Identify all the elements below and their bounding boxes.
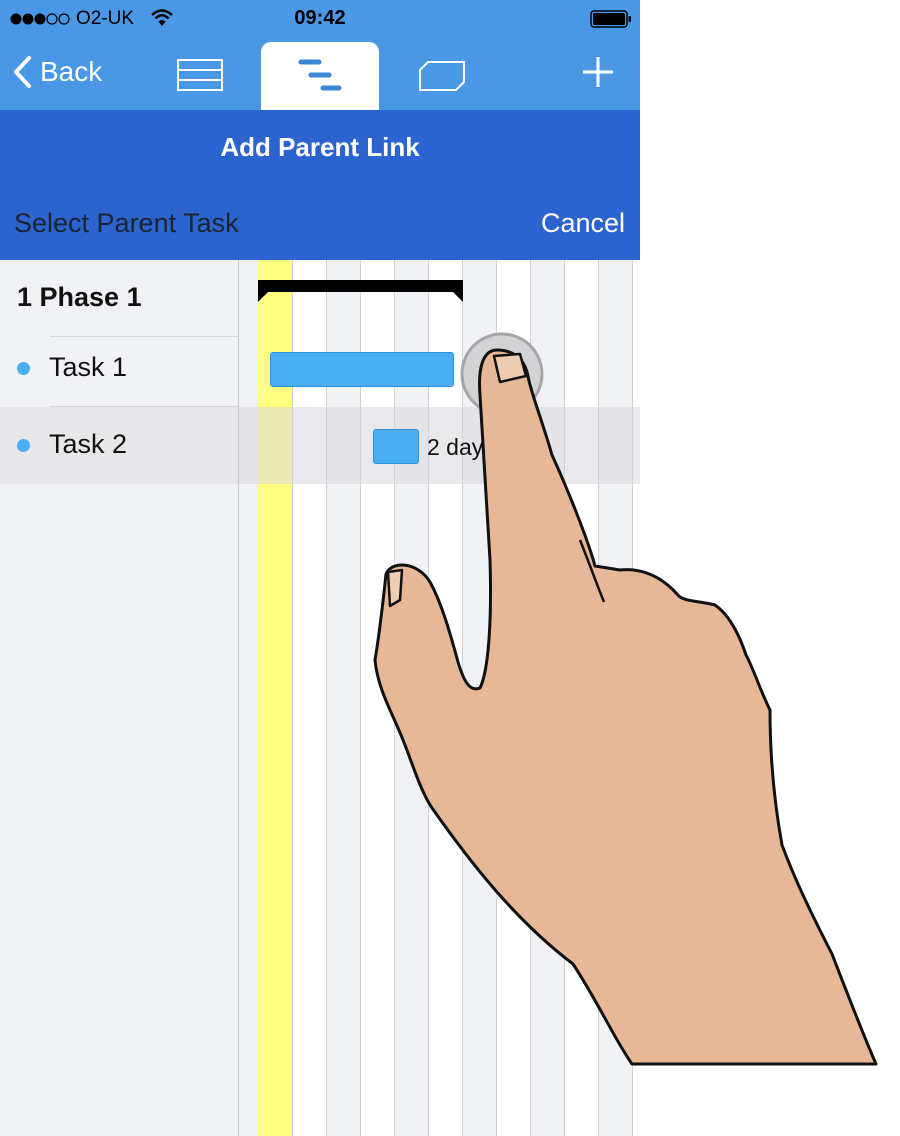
tab-gantt-view[interactable] (261, 42, 379, 110)
tab-board-view[interactable] (418, 58, 466, 92)
task-2-duration-label: 2 day (427, 434, 484, 460)
list-icon (177, 59, 223, 91)
task-row-task-2[interactable]: Task 2 (0, 407, 238, 484)
timeline-day-column (497, 260, 530, 1136)
task-label: Task 1 (49, 352, 128, 382)
timeline-day-column (633, 260, 640, 1136)
app-screen: O2-UK 09:42 Back Add Parent Link Select … (0, 0, 640, 1136)
timeline-day-divider (530, 260, 531, 1136)
task-row-phase-1[interactable]: 1 Phase 1 (0, 260, 238, 337)
back-label: Back (40, 56, 103, 87)
task-label: Task 2 (49, 429, 128, 459)
status-time: 09:42 (294, 7, 346, 29)
status-bar: O2-UK 09:42 (0, 0, 640, 40)
header-subtitle: Select Parent Task (14, 208, 239, 238)
board-icon (419, 61, 465, 91)
header-title: Add Parent Link (220, 132, 420, 162)
add-button[interactable] (580, 54, 616, 90)
gantt-chart: 2 day (238, 260, 640, 1136)
tab-list-view[interactable] (176, 58, 224, 92)
toolbar: Back (0, 40, 640, 110)
battery-icon (590, 10, 631, 28)
task-2-bar[interactable] (373, 429, 419, 464)
chevron-left-icon (14, 56, 31, 88)
task-1-bar[interactable] (270, 352, 454, 387)
timeline-day-column (565, 260, 598, 1136)
task-bullet-icon (17, 439, 30, 452)
timeline-day-divider (394, 260, 395, 1136)
task-label: 1 Phase 1 (17, 282, 142, 312)
phase-summary-bar[interactable] (258, 280, 463, 292)
timeline-day-column (361, 260, 394, 1136)
back-button[interactable]: Back (12, 52, 102, 92)
task-bullet-icon (17, 362, 30, 375)
gantt-icon (298, 59, 342, 91)
today-highlight (258, 260, 292, 1136)
cancel-button[interactable]: Cancel (541, 208, 625, 239)
timeline-grid (239, 260, 640, 1136)
link-header: Add Parent Link Select Parent Task Cance… (0, 110, 640, 260)
timeline-day-divider (462, 260, 463, 1136)
timeline-day-divider (326, 260, 327, 1136)
summary-bar-right-cap (451, 290, 463, 302)
plus-icon (583, 57, 613, 87)
timeline-day-divider (598, 260, 599, 1136)
timeline-day-column (293, 260, 326, 1136)
summary-bar-left-cap (258, 290, 270, 302)
timeline-day-column (429, 260, 462, 1136)
task-row-task-1[interactable]: Task 1 (0, 330, 238, 407)
